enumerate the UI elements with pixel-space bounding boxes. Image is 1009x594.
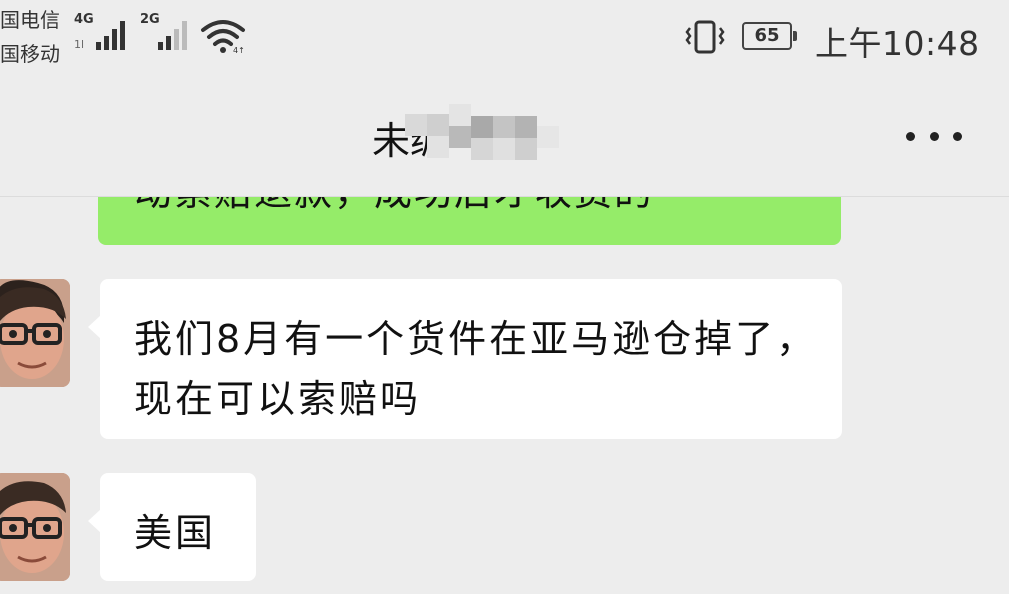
signal-icon: 1l — [74, 21, 125, 51]
avatar-image — [0, 473, 70, 581]
battery-level: 65 — [754, 25, 780, 46]
signal-2-icon — [158, 21, 187, 50]
svg-text:4↑: 4↑ — [233, 46, 245, 54]
more-dot — [929, 131, 939, 141]
message-text: 动索赔退款，成功后才收费的 — [134, 197, 654, 216]
received-message-bubble[interactable]: 美国 — [88, 473, 256, 581]
wifi-icon: 4↑ — [201, 20, 245, 54]
received-message-bubble[interactable]: 我们8月有一个货件在亚马逊仓掉了，现在可以索赔吗 — [88, 279, 842, 439]
message-text: 美国 — [134, 511, 217, 555]
svg-text:1l: 1l — [74, 38, 84, 51]
more-options-button[interactable] — [902, 116, 966, 156]
contact-avatar[interactable] — [0, 473, 70, 581]
status-time: 上午10:48 — [815, 24, 980, 63]
sent-message-bubble[interactable]: 动索赔退款，成功后才收费的 — [98, 197, 841, 245]
vibrate-icon — [685, 20, 725, 54]
status-bar: 国电信 国移动 4G 1l 2G 4↑ 65 上午10:48 — [0, 0, 1009, 76]
more-dot — [953, 131, 962, 141]
contact-avatar[interactable] — [0, 279, 70, 387]
message-list[interactable]: 动索赔退款，成功后才收费的 我们8月有一个货件在亚马逊仓掉了，现在可以索赔吗 — [0, 197, 1009, 594]
chat-screen: 国电信 国移动 4G 1l 2G 4↑ 65 上午10:48 未编 我们8月有一… — [0, 0, 1009, 594]
carrier-2-label: 国移动 — [0, 42, 60, 66]
chat-header: 未编 — [0, 76, 1009, 197]
carrier-1-label: 国电信 — [0, 8, 60, 32]
more-dots-icon — [906, 131, 915, 141]
avatar-image — [0, 279, 70, 387]
battery-icon: 65 — [742, 22, 797, 50]
redacted-name-mosaic — [405, 104, 565, 160]
message-text: 我们8月有一个货件在亚马逊仓掉了，现在可以索赔吗 — [134, 317, 818, 421]
